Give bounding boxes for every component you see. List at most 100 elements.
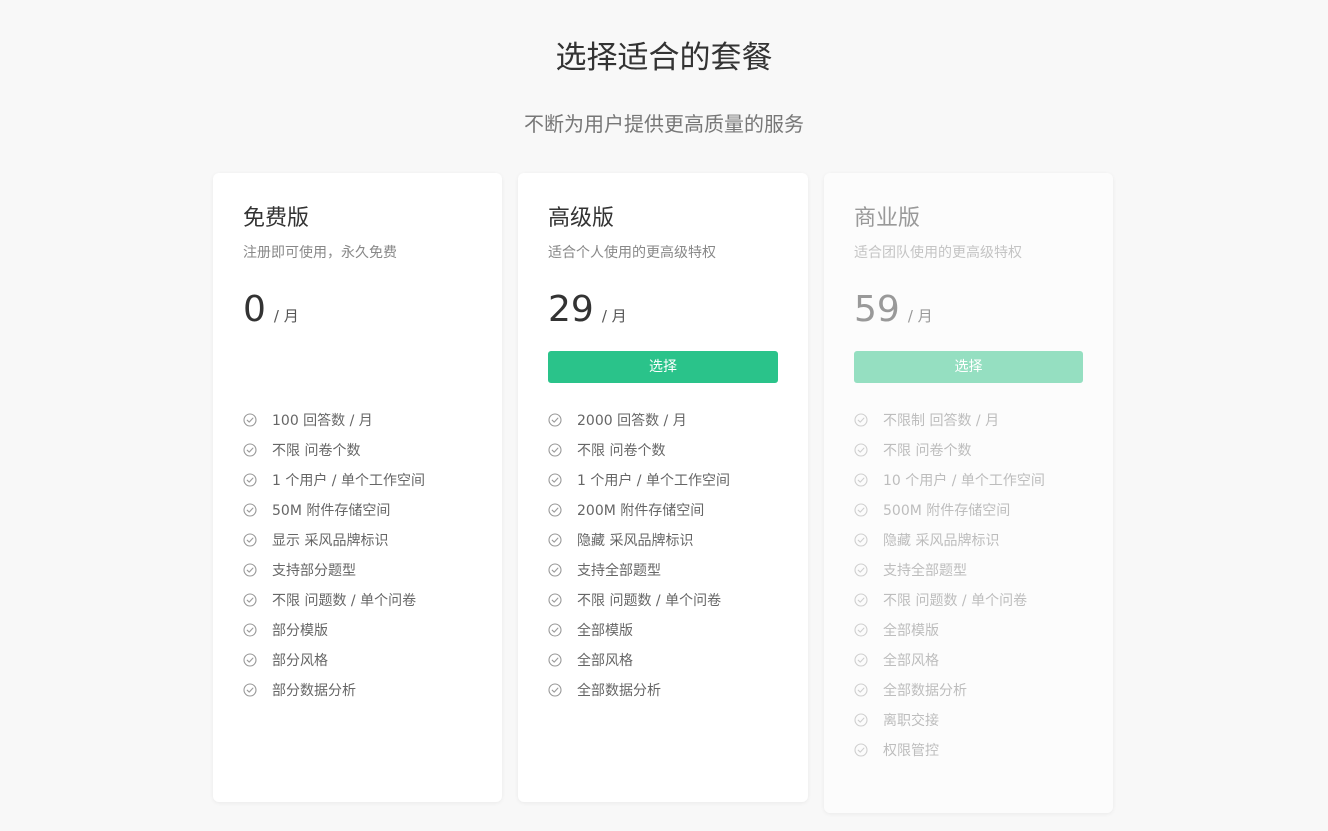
feature-item: 10 个用户 / 单个工作空间 (854, 465, 1045, 495)
feature-text: 1 个用户 / 单个工作空间 (577, 473, 730, 489)
select-business-button[interactable]: 选择 (854, 351, 1083, 383)
check-circle-icon (854, 413, 868, 427)
feature-text: 不限制 回答数 / 月 (883, 413, 1000, 429)
feature-item: 全部风格 (548, 645, 730, 675)
feature-text: 支持全部题型 (883, 563, 967, 579)
check-circle-icon (243, 443, 257, 457)
check-circle-icon (854, 473, 868, 487)
feature-text: 部分风格 (272, 653, 328, 669)
feature-item: 隐藏 采风品牌标识 (854, 525, 1045, 555)
feature-text: 不限 问题数 / 单个问卷 (272, 593, 417, 609)
check-circle-icon (243, 413, 257, 427)
feature-text: 全部数据分析 (577, 683, 661, 699)
feature-item: 离职交接 (854, 705, 1045, 735)
feature-item: 全部风格 (854, 645, 1045, 675)
price-unit: / 月 (907, 307, 933, 325)
feature-list: 不限制 回答数 / 月不限 问卷个数 10 个用户 / 单个工作空间 500M 附件… (854, 405, 1045, 765)
check-circle-icon (548, 473, 562, 487)
feature-text: 离职交接 (883, 713, 939, 729)
feature-text: 隐藏 采风品牌标识 (577, 533, 694, 549)
plan-price: 0 / 月 (243, 287, 299, 333)
page-title: 选择适合的套餐 (555, 40, 773, 76)
feature-item: 不限制 回答数 / 月 (854, 405, 1045, 435)
feature-item: 支持全部题型 (854, 555, 1045, 585)
check-circle-icon (243, 593, 257, 607)
feature-text: 支持全部题型 (577, 563, 661, 579)
feature-text: 2000 回答数 / 月 (577, 413, 687, 429)
feature-item: 全部模版 (854, 615, 1045, 645)
feature-item: 50M 附件存储空间 (243, 495, 425, 525)
feature-item: 1 个用户 / 单个工作空间 (243, 465, 425, 495)
feature-item: 不限 问题数 / 单个问卷 (854, 585, 1045, 615)
feature-item: 200M 附件存储空间 (548, 495, 730, 525)
plan-price: 59 / 月 (854, 287, 933, 333)
check-circle-icon (548, 593, 562, 607)
feature-item: 100 回答数 / 月 (243, 405, 425, 435)
check-circle-icon (548, 563, 562, 577)
feature-item: 部分模版 (243, 615, 425, 645)
price-unit: / 月 (273, 307, 299, 325)
check-circle-icon (243, 623, 257, 637)
feature-text: 全部风格 (577, 653, 633, 669)
feature-item: 部分数据分析 (243, 675, 425, 705)
check-circle-icon (854, 653, 868, 667)
check-circle-icon (854, 593, 868, 607)
feature-item: 不限 问卷个数 (854, 435, 1045, 465)
feature-item: 权限管控 (854, 735, 1045, 765)
feature-text: 全部风格 (883, 653, 939, 669)
check-circle-icon (854, 563, 868, 577)
select-pro-button[interactable]: 选择 (548, 351, 778, 383)
feature-text: 50M 附件存储空间 (272, 503, 391, 519)
feature-list: 100 回答数 / 月不限 问卷个数 1 个用户 / 单个工作空间 50M 附件存储… (243, 405, 425, 705)
feature-text: 权限管控 (883, 743, 939, 759)
feature-item: 1 个用户 / 单个工作空间 (548, 465, 730, 495)
feature-text: 隐藏 采风品牌标识 (883, 533, 1000, 549)
feature-item: 全部模版 (548, 615, 730, 645)
check-circle-icon (854, 503, 868, 517)
feature-text: 支持部分题型 (272, 563, 356, 579)
feature-item: 隐藏 采风品牌标识 (548, 525, 730, 555)
plan-name: 高级版 (548, 206, 615, 231)
page-subtitle: 不断为用户提供更高质量的服务 (524, 112, 804, 136)
feature-text: 10 个用户 / 单个工作空间 (883, 473, 1045, 489)
check-circle-icon (854, 443, 868, 457)
feature-item: 全部数据分析 (548, 675, 730, 705)
check-circle-icon (548, 443, 562, 457)
feature-item: 2000 回答数 / 月 (548, 405, 730, 435)
feature-text: 全部模版 (883, 623, 939, 639)
feature-item: 支持部分题型 (243, 555, 425, 585)
price-value: 0 (243, 289, 266, 330)
feature-list: 2000 回答数 / 月不限 问卷个数 1 个用户 / 单个工作空间 200M 附件… (548, 405, 730, 705)
plan-name: 商业版 (854, 206, 921, 231)
check-circle-icon (243, 533, 257, 547)
feature-text: 不限 问卷个数 (272, 443, 361, 459)
feature-text: 部分数据分析 (272, 683, 356, 699)
plan-card-business: 商业版 适合团队使用的更高级特权 59 / 月 选择 不限制 回答数 / 月不限 … (824, 173, 1113, 813)
feature-item: 部分风格 (243, 645, 425, 675)
feature-text: 500M 附件存储空间 (883, 503, 1011, 519)
feature-text: 100 回答数 / 月 (272, 413, 373, 429)
check-circle-icon (548, 653, 562, 667)
feature-item: 不限 问卷个数 (548, 435, 730, 465)
check-circle-icon (243, 653, 257, 667)
feature-item: 不限 问卷个数 (243, 435, 425, 465)
check-circle-icon (854, 743, 868, 757)
feature-text: 显示 采风品牌标识 (272, 533, 389, 549)
feature-text: 200M 附件存储空间 (577, 503, 705, 519)
feature-text: 不限 问卷个数 (577, 443, 666, 459)
check-circle-icon (548, 683, 562, 697)
feature-item: 全部数据分析 (854, 675, 1045, 705)
feature-text: 全部数据分析 (883, 683, 967, 699)
feature-item: 显示 采风品牌标识 (243, 525, 425, 555)
plan-description: 注册即可使用，永久免费 (243, 245, 397, 261)
feature-text: 不限 问题数 / 单个问卷 (577, 593, 722, 609)
check-circle-icon (854, 713, 868, 727)
check-circle-icon (243, 683, 257, 697)
check-circle-icon (854, 683, 868, 697)
plan-description: 适合个人使用的更高级特权 (548, 245, 716, 261)
plan-card-pro: 高级版 适合个人使用的更高级特权 29 / 月 选择 2000 回答数 / 月不限… (518, 173, 808, 802)
check-circle-icon (854, 533, 868, 547)
check-circle-icon (548, 623, 562, 637)
feature-item: 不限 问题数 / 单个问卷 (243, 585, 425, 615)
feature-item: 不限 问题数 / 单个问卷 (548, 585, 730, 615)
